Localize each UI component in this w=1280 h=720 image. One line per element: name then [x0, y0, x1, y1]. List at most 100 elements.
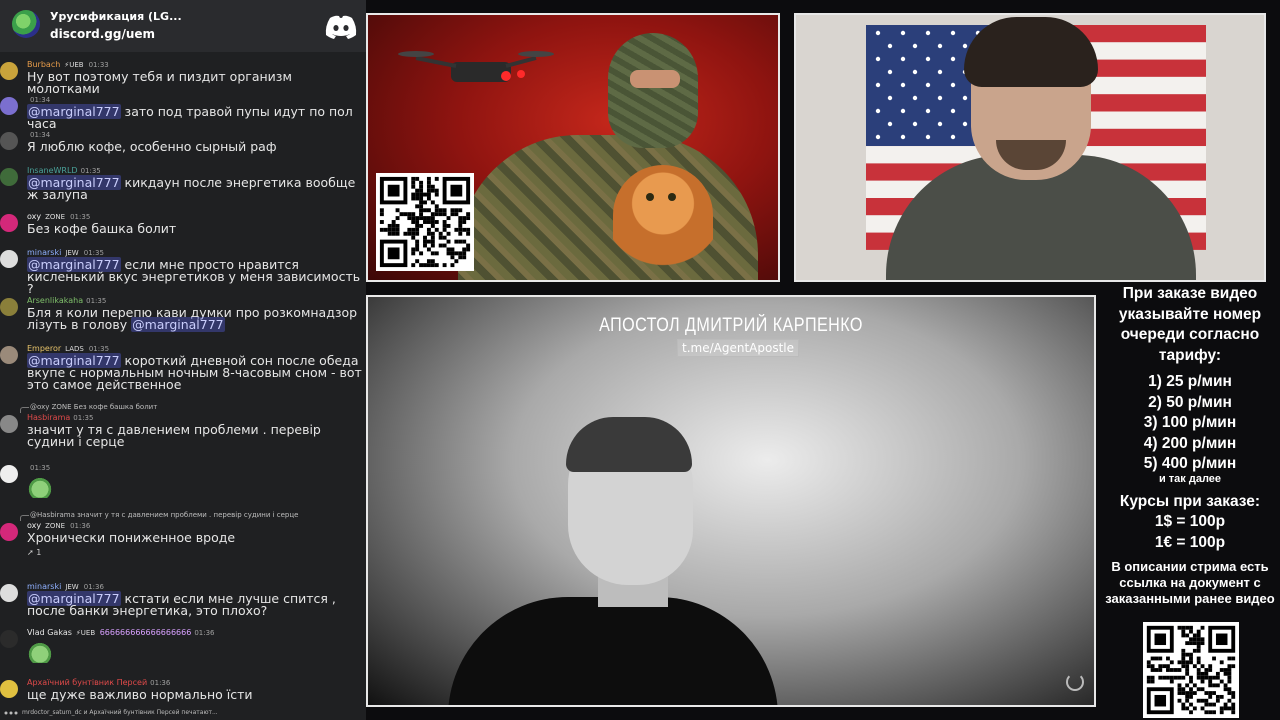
soldier-eyes	[630, 70, 680, 88]
message-author[interactable]: oxy ZONE 01:36	[27, 521, 90, 530]
rates-heading: Курсы при заказе:	[1119, 492, 1261, 510]
message-author[interactable]: minarski JEW 01:36	[27, 582, 104, 591]
message-timestamp: 01:35	[70, 213, 91, 221]
server-invite-link[interactable]: discord.gg/uem	[50, 27, 155, 41]
message-author[interactable]: 01:34	[27, 95, 50, 104]
user-avatar[interactable]	[0, 346, 18, 364]
cat-eye	[646, 193, 654, 201]
qr-code-icon[interactable]	[1143, 622, 1239, 718]
user-avatar[interactable]	[0, 415, 18, 433]
chat-header: Урусификация (LG... discord.gg/uem	[0, 0, 366, 52]
user-avatar[interactable]	[0, 250, 18, 268]
loading-spinner-icon	[1066, 673, 1084, 691]
message-timestamp: 01:35	[86, 297, 107, 305]
username[interactable]: Emperor	[27, 344, 61, 353]
message-timestamp: 01:33	[88, 61, 109, 69]
role-badge: LADS	[65, 345, 84, 353]
message-text: @marginal777 если мне просто нравится ки…	[27, 257, 361, 296]
soldier-figure	[458, 135, 758, 280]
user-avatar[interactable]	[0, 62, 18, 80]
message-text: @marginal777 кикдаун после энергетика во…	[27, 175, 356, 202]
role-badge: ⚡UEB	[64, 61, 84, 69]
message-author[interactable]: Burbach ⚡UEB 01:33	[27, 60, 109, 69]
message-author[interactable]: Vlad Gakas ⚡UEB 666666666666666666 01:36	[27, 628, 215, 637]
username[interactable]: Arsenlikakaha	[27, 296, 83, 305]
subject-shirt	[448, 597, 778, 705]
role-badge: ⚡UEB	[75, 629, 96, 637]
message-author[interactable]: Arsenlikakaha 01:35	[27, 296, 106, 305]
user-avatar[interactable]	[0, 680, 18, 698]
qr-code-icon[interactable]	[376, 173, 474, 271]
tariff-item: 2) 50 р/мин	[1148, 393, 1232, 411]
message-author[interactable]: minarski JEW 01:35	[27, 248, 104, 257]
tariff-list: 1) 25 р/мин 2) 50 р/мин 3) 100 р/мин 4) 200…	[1100, 372, 1280, 475]
order-heading: При заказе видео указывайте номер очеред…	[1118, 285, 1262, 364]
user-mention[interactable]: @marginal777	[27, 257, 121, 272]
message-timestamp: 01:35	[80, 167, 101, 175]
artwork-panel	[366, 13, 780, 282]
reply-preview[interactable]: @Hasbirama значит у тя с давлением пробл…	[19, 511, 298, 521]
cat-eye	[668, 193, 676, 201]
user-avatar[interactable]	[0, 465, 18, 483]
user-avatar[interactable]	[0, 630, 18, 648]
message-timestamp: 01:35	[83, 249, 104, 257]
username[interactable]: Hasbirama	[27, 413, 70, 422]
role-badge: JEW	[65, 583, 79, 591]
message-author[interactable]: Hasbirama 01:35	[27, 413, 93, 422]
telegram-link[interactable]: t.me/AgentApostle	[677, 339, 799, 357]
message-author[interactable]: oxy ZONE 01:35	[27, 212, 90, 221]
user-mention[interactable]: @marginal777	[27, 175, 121, 190]
cat-figure	[613, 165, 713, 275]
user-avatar[interactable]	[0, 584, 18, 602]
streamer-hair	[964, 17, 1098, 87]
message-timestamp: 01:35	[88, 345, 110, 353]
message-author[interactable]: Emperor LADS 01:35	[27, 344, 109, 353]
message-timestamp: 01:34	[30, 96, 51, 104]
message-text: @marginal777 короткий дневной сон после …	[27, 353, 362, 392]
chat-panel: Урусификация (LG... discord.gg/uem Burba…	[0, 0, 366, 720]
message-text: Я люблю кофе, особенно сырный раф	[27, 139, 277, 154]
reply-preview[interactable]: @oxy ZONE Без кофе башка болит	[19, 403, 157, 413]
username[interactable]: minarski	[27, 582, 61, 591]
user-mention[interactable]: @marginal777	[131, 317, 225, 332]
description-note: В описании стрима есть ссылка на докумен…	[1105, 559, 1275, 607]
username[interactable]: Burbach	[27, 60, 60, 69]
message-author[interactable]: 01:35	[27, 463, 50, 472]
username[interactable]: oxy	[27, 212, 41, 221]
user-avatar[interactable]	[0, 214, 18, 232]
user-avatar[interactable]	[0, 168, 18, 186]
message-reaction[interactable]: ➚ 1	[27, 548, 41, 557]
username[interactable]: oxy	[27, 521, 41, 530]
user-mention[interactable]: @marginal777	[27, 104, 121, 119]
username[interactable]: minarski	[27, 248, 61, 257]
message-author[interactable]: Архаїчний бунтівник Персей 01:36	[27, 678, 170, 687]
user-avatar[interactable]	[0, 298, 18, 316]
sticker-image	[27, 641, 53, 663]
typing-status: mrdoctor_saturn_dc и Архаїчний бунтівник…	[22, 709, 218, 716]
user-mention[interactable]: @marginal777	[27, 353, 121, 368]
typing-indicator-icon	[4, 711, 18, 715]
tariff-item: 3) 100 р/мин	[1143, 414, 1237, 431]
message-author[interactable]: 01:34	[27, 130, 50, 139]
user-avatar[interactable]	[0, 97, 18, 115]
tariff-item: 1) 25 р/мин	[1148, 373, 1232, 390]
message-author[interactable]: InsaneWRLD 01:35	[27, 166, 101, 175]
tariff-item: 5) 400 р/мин	[1143, 455, 1237, 472]
rate-item: 1$ = 100р	[1154, 513, 1226, 530]
username[interactable]: Архаїчний бунтівник Персей	[27, 678, 147, 687]
user-mention[interactable]: @marginal777	[27, 591, 121, 606]
tariff-item: 4) 200 р/мин	[1143, 434, 1237, 452]
user-avatar[interactable]	[0, 523, 18, 541]
main-video-panel: АПОСТОЛ ДМИТРИЙ КАРПЕНКО t.me/AgentApost…	[366, 295, 1096, 707]
user-avatar[interactable]	[0, 132, 18, 150]
role-badge: ZONE	[45, 213, 66, 221]
message-text: Хронически пониженное вроде	[27, 530, 236, 545]
message-text: Бля я коли перепю кави думки про розкомн…	[27, 305, 358, 332]
subject-hair	[566, 417, 692, 472]
video-title: АПОСТОЛ ДМИТРИЙ КАРПЕНКО	[599, 315, 863, 336]
message-timestamp: 01:34	[30, 131, 51, 139]
discord-logo-icon	[325, 15, 357, 39]
message-timestamp: 01:36	[70, 522, 91, 530]
username[interactable]: Vlad Gakas	[27, 628, 72, 637]
username[interactable]: InsaneWRLD	[27, 166, 78, 175]
